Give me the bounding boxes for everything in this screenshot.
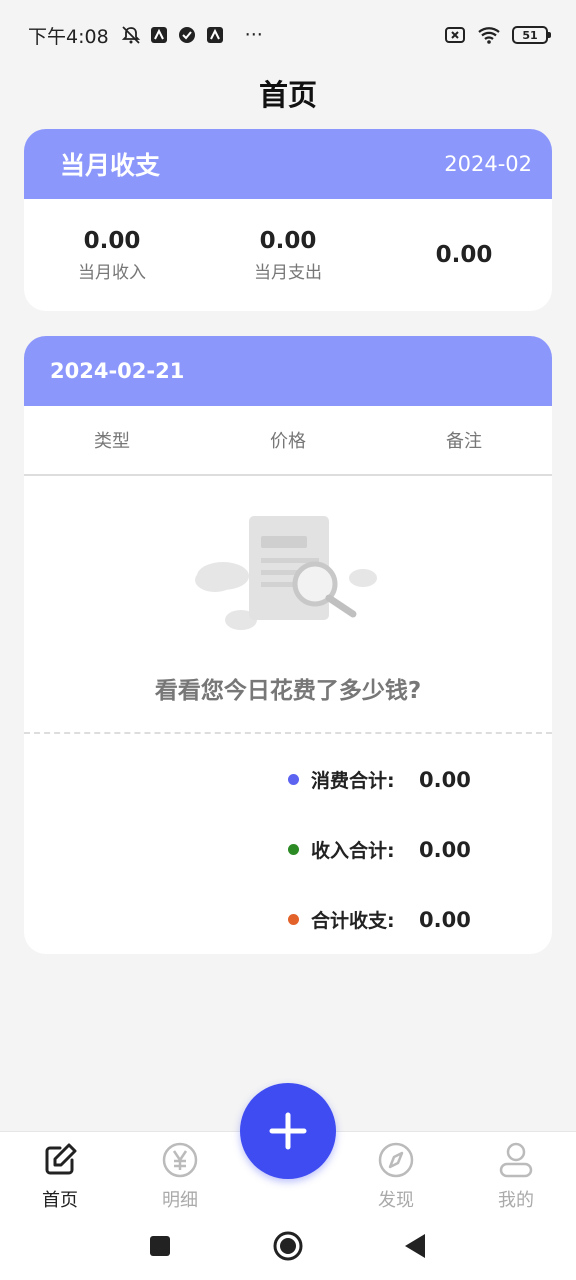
app-notification-icon [150, 27, 167, 43]
nav-item-home[interactable]: 首页 [10, 1140, 110, 1212]
wifi-icon [478, 27, 500, 44]
home-button[interactable] [270, 1228, 306, 1264]
page-title: 首页 [258, 78, 317, 112]
daily-records-card: 2024-02-21 类型 价格 备注 看看您今日花费了多少钱? 消费合计: 0… [24, 336, 552, 954]
monthly-summary-card: 当月收支 2024-02 0.00 当月收入 0.00 当月支出 0.00 [24, 129, 552, 311]
monthly-expense-value: 0.00 [259, 227, 317, 254]
net-total-label: 合计收支: [311, 910, 395, 932]
nav-item-details[interactable]: 明细 [130, 1140, 230, 1212]
expense-dot [288, 774, 299, 785]
income-total-label: 收入合计: [311, 840, 395, 862]
monthly-income-value: 0.00 [83, 227, 141, 254]
add-record-button[interactable] [240, 1083, 336, 1179]
income-total-value: 0.00 [419, 837, 471, 862]
net-dot [288, 914, 299, 925]
monthly-balance-stat: 0.00 [376, 242, 552, 268]
app-notification-icon [206, 27, 223, 43]
nav-label-details: 明细 [162, 1190, 198, 1211]
plus-icon [269, 1112, 307, 1150]
triangle-back-icon [405, 1234, 425, 1258]
nav-label-discover: 发现 [378, 1190, 414, 1211]
empty-search-illustration [195, 516, 377, 630]
status-bar: 下午4:08 ··· 51 [0, 0, 576, 70]
monthly-expense-label: 当月支出 [254, 262, 322, 283]
edit-icon [45, 1143, 77, 1175]
status-time: 下午4:08 [28, 25, 109, 48]
check-circle-icon [178, 27, 195, 43]
nav-item-profile[interactable]: 我的 [466, 1140, 566, 1212]
sim-x-icon [445, 27, 465, 43]
empty-state: 看看您今日花费了多少钱? [24, 476, 552, 734]
expense-total-value: 0.00 [419, 767, 471, 792]
net-total-row: 合计收支: 0.00 [288, 906, 471, 933]
month-selector[interactable]: 2024-02 [444, 152, 532, 176]
day-date[interactable]: 2024-02-21 [50, 359, 184, 383]
monthly-income-stat: 0.00 当月收入 [24, 228, 200, 283]
square-icon [150, 1236, 170, 1256]
nav-label-profile: 我的 [498, 1190, 534, 1211]
system-navigation-bar [0, 1228, 576, 1264]
monthly-summary-title: 当月收支 [60, 151, 161, 180]
column-price: 价格 [270, 431, 306, 452]
circle-home-icon [273, 1231, 303, 1261]
daily-summary: 消费合计: 0.00 收入合计: 0.00 合计收支: 0.00 [24, 734, 552, 952]
nav-label-home: 首页 [42, 1190, 78, 1211]
back-button[interactable] [396, 1228, 432, 1264]
column-note: 备注 [446, 431, 482, 452]
daily-records-header: 2024-02-21 [24, 336, 552, 406]
nav-item-discover[interactable]: 发现 [346, 1140, 446, 1212]
income-dot [288, 844, 299, 855]
battery-indicator: 51 [512, 26, 551, 44]
empty-state-message: 看看您今日花费了多少钱? [154, 678, 422, 704]
monthly-income-label: 当月收入 [78, 262, 146, 283]
expense-total-label: 消费合计: [311, 770, 395, 792]
user-icon [499, 1142, 533, 1178]
column-type: 类型 [94, 431, 130, 452]
recent-apps-button[interactable] [142, 1228, 178, 1264]
net-total-value: 0.00 [419, 907, 471, 932]
monthly-stats: 0.00 当月收入 0.00 当月支出 0.00 [24, 199, 552, 311]
monthly-expense-stat: 0.00 当月支出 [200, 228, 376, 283]
monthly-summary-header: 当月收支 2024-02 [24, 129, 552, 199]
bell-off-icon [121, 26, 140, 44]
expense-total-row: 消费合计: 0.00 [288, 766, 471, 793]
yen-icon [162, 1142, 198, 1178]
monthly-balance-value: 0.00 [435, 242, 493, 268]
more-notifications: ··· [244, 24, 263, 46]
compass-icon [378, 1142, 414, 1178]
records-table-header: 类型 价格 备注 [24, 406, 552, 476]
income-total-row: 收入合计: 0.00 [288, 836, 471, 863]
